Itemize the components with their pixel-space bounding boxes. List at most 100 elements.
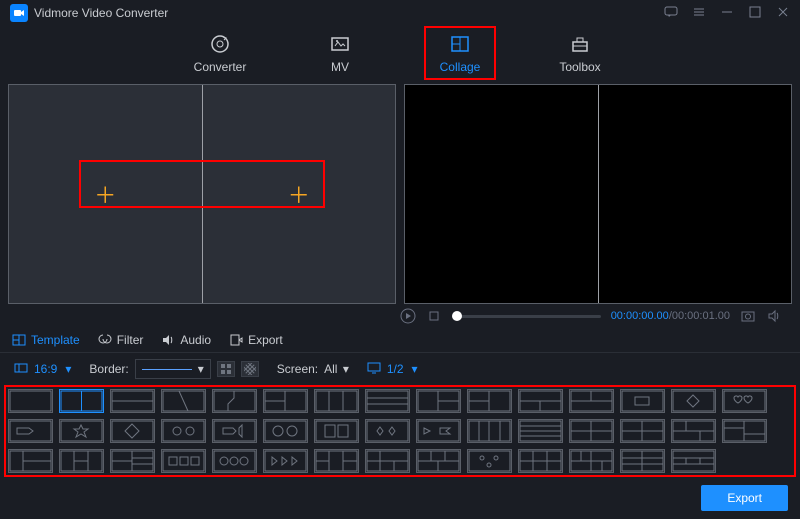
snapshot-button[interactable] [740,308,756,324]
template-item[interactable] [161,449,206,473]
template-item[interactable] [569,449,614,473]
nav-toolbox[interactable]: Toolbox [550,32,610,74]
template-item[interactable] [110,389,155,413]
chevron-down-icon: ▾ [198,362,204,376]
template-item[interactable] [416,449,461,473]
nav-mv[interactable]: MV [310,32,370,74]
minimize-icon[interactable] [720,5,734,22]
template-item[interactable] [569,419,614,443]
template-item[interactable] [212,389,257,413]
template-item[interactable] [518,419,563,443]
template-item[interactable] [59,389,104,413]
template-item[interactable] [365,389,410,413]
template-item[interactable] [365,419,410,443]
nav-collage[interactable]: Collage [430,32,490,74]
converter-icon [208,32,232,56]
template-item[interactable] [671,419,716,443]
template-item[interactable] [722,419,767,443]
seek-thumb[interactable] [452,311,462,321]
edit-slot-left[interactable]: ＋ [9,85,203,303]
template-item[interactable] [671,389,716,413]
template-item[interactable] [671,449,716,473]
tab-bar: Template Filter Audio Export [0,328,800,353]
nav-converter[interactable]: Converter [190,32,250,74]
filter-icon [98,333,112,347]
template-item[interactable] [569,389,614,413]
template-item[interactable] [263,389,308,413]
bottom-bar: Export [0,477,800,519]
border-color-button[interactable] [217,361,235,377]
template-item[interactable] [620,449,665,473]
tab-export[interactable]: Export [229,333,283,347]
time-current: 00:00:00.00 [611,310,669,322]
border-label: Border: [89,362,128,376]
template-icon [12,333,26,347]
monitor-icon [367,361,381,378]
template-item[interactable] [59,449,104,473]
close-icon[interactable] [776,5,790,22]
templates-area [0,385,800,477]
template-item[interactable] [161,389,206,413]
template-item[interactable] [8,449,53,473]
template-item[interactable] [416,389,461,413]
template-item[interactable] [263,449,308,473]
screen-dropdown[interactable]: All ▾ [324,362,349,376]
tab-filter-label: Filter [117,333,144,347]
tab-filter[interactable]: Filter [98,333,144,347]
edit-slot-right[interactable]: ＋ [203,85,396,303]
tab-audio[interactable]: Audio [161,333,211,347]
template-item[interactable] [722,389,767,413]
app-title: Vidmore Video Converter [34,6,168,20]
template-item[interactable] [8,389,53,413]
seek-slider[interactable] [452,315,601,318]
nav-toolbox-label: Toolbox [559,60,600,74]
template-item[interactable] [518,389,563,413]
preview-panel [404,84,792,304]
play-button[interactable] [400,308,416,324]
templates-grid [8,389,792,473]
maximize-icon[interactable] [748,5,762,22]
preview-slot-left [405,85,599,303]
chevron-down-icon: ▾ [343,362,349,376]
tab-template[interactable]: Template [12,333,80,347]
playbar: 00:00:00.00/00:00:01.00 [390,304,792,328]
aspect-ratio-dropdown[interactable]: 16:9 ▾ [14,361,71,378]
template-item[interactable] [110,449,155,473]
template-item[interactable] [161,419,206,443]
preview-scale-dropdown[interactable]: 1/2 ▾ [367,361,418,378]
template-item[interactable] [263,419,308,443]
template-item[interactable] [59,419,104,443]
nav-mv-label: MV [331,60,349,74]
border-pattern-button[interactable] [241,361,259,377]
template-item[interactable] [314,389,359,413]
template-item[interactable] [365,449,410,473]
template-item[interactable] [314,419,359,443]
template-item[interactable] [467,419,512,443]
menu-icon[interactable] [692,5,706,22]
template-item[interactable] [110,419,155,443]
export-button[interactable]: Export [701,485,788,511]
chevron-down-icon: ▾ [65,362,71,376]
stop-button[interactable] [426,308,442,324]
audio-icon [161,333,175,347]
template-item[interactable] [212,419,257,443]
template-item[interactable] [467,389,512,413]
app-logo [10,4,28,22]
titlebar: Vidmore Video Converter [0,0,800,26]
volume-button[interactable] [766,308,782,324]
template-item[interactable] [467,449,512,473]
chevron-down-icon: ▾ [412,362,418,376]
tab-template-label: Template [31,333,80,347]
template-item[interactable] [416,419,461,443]
template-item[interactable] [518,449,563,473]
template-item[interactable] [620,389,665,413]
options-row: 16:9 ▾ Border: ▾ Screen: All ▾ 1/2 ▾ [0,353,800,385]
tab-export-label: Export [248,333,283,347]
feedback-icon[interactable] [664,5,678,22]
border-style-dropdown[interactable]: ▾ [135,359,211,379]
template-item[interactable] [620,419,665,443]
template-item[interactable] [314,449,359,473]
template-item[interactable] [212,449,257,473]
border-preview [142,369,192,370]
template-item[interactable] [8,419,53,443]
